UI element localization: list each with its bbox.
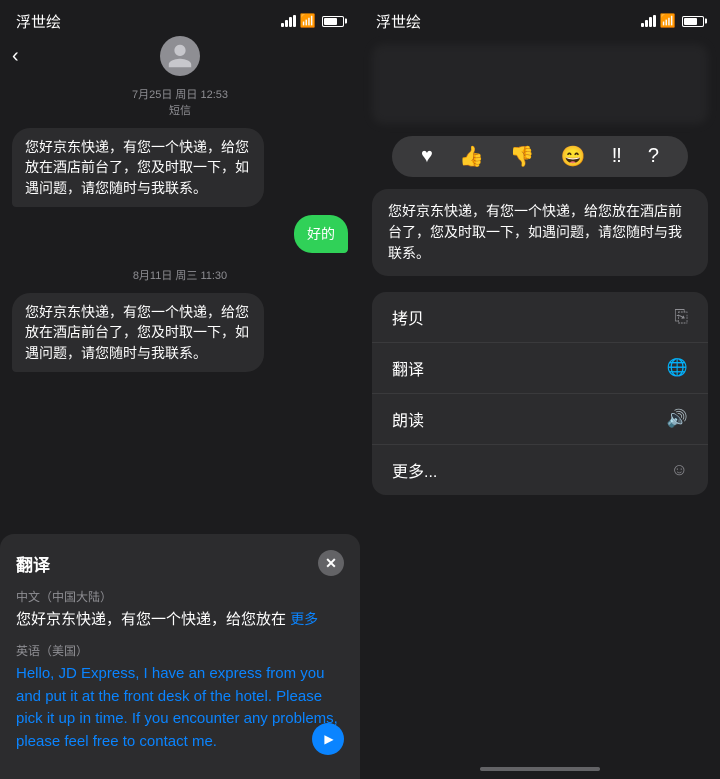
sms-label: 短信	[169, 105, 191, 117]
reaction-thumbdown[interactable]: 👎	[510, 144, 535, 169]
context-copy-icon: ⎘	[674, 307, 688, 327]
translated-text: Hello, JD Express, I have an express fro…	[16, 663, 344, 753]
context-menu-more[interactable]: 更多... ☺	[372, 445, 708, 495]
reaction-exclamation[interactable]: ‼	[612, 145, 622, 168]
right-context-area: ♥ 👍 👎 😄 ‼ ? 您好京东快递，有您一个快递，给您放在酒店前台了，您及时取…	[360, 36, 720, 759]
date-label-2: 8月11日 周三 11:30	[12, 267, 348, 283]
left-messages-area: 7月25日 周日 12:53 短信 您好京东快递，有您一个快递，给您放在酒店前台…	[0, 80, 360, 600]
right-phone-panel: 浮世绘 📶 ♥ 👍 👎 😄 ‼ ? 您好京东快递	[360, 0, 720, 779]
battery-icon	[322, 16, 344, 27]
context-more-icon: ☺	[671, 460, 688, 480]
right-home-indicator	[360, 759, 720, 779]
blurred-contact-area	[372, 44, 708, 124]
translation-panel: 翻译 ✕ 中文（中国大陆） 您好京东快递，有您一个快递，给您放在 更多 英语（美…	[0, 534, 360, 779]
message-bubble-1[interactable]: 您好京东快递，有您一个快递，给您放在酒店前台了，您及时取一下，如遇问题，请您随时…	[12, 128, 264, 207]
message-bubble-2[interactable]: 好的	[294, 215, 348, 253]
context-menu-read[interactable]: 朗读 🔊	[372, 394, 708, 445]
right-battery-icon	[682, 16, 704, 27]
right-status-bar: 浮世绘 📶	[360, 0, 720, 36]
right-signal-icon	[641, 15, 656, 27]
context-menu-translate-label: 翻译	[392, 356, 424, 380]
left-nav-bar: ‹	[0, 36, 360, 80]
translation-header: 翻译 ✕	[16, 550, 344, 576]
reaction-question[interactable]: ?	[648, 145, 659, 168]
left-app-title: 浮世绘	[16, 11, 61, 32]
date-label-1: 7月25日 周日 12:53 短信	[12, 86, 348, 118]
contact-avatar[interactable]	[160, 36, 200, 76]
left-status-icons: 📶	[281, 13, 344, 29]
source-lang-label: 中文（中国大陆）	[16, 588, 344, 605]
context-menu-translate[interactable]: 翻译 🌐	[372, 343, 708, 394]
translation-title: 翻译	[16, 551, 50, 576]
signal-icon	[281, 15, 296, 27]
context-menu-more-label: 更多...	[392, 458, 437, 482]
back-button[interactable]: ‹	[12, 45, 19, 68]
context-menu-copy[interactable]: 拷贝 ⎘	[372, 292, 708, 343]
target-lang-label: 英语（美国）	[16, 642, 344, 659]
context-message-bubble: 您好京东快递，有您一个快递，给您放在酒店前台了，您及时取一下，如遇问题，请您随时…	[372, 189, 708, 276]
message-bubble-3[interactable]: 您好京东快递，有您一个快递，给您放在酒店前台了，您及时取一下，如遇问题，请您随时…	[12, 293, 264, 372]
reaction-smile[interactable]: 😄	[561, 144, 586, 169]
reaction-heart[interactable]: ♥	[421, 145, 433, 168]
context-menu-read-label: 朗读	[392, 407, 424, 431]
right-status-icons: 📶	[641, 13, 704, 29]
wifi-icon: 📶	[300, 13, 316, 29]
right-home-bar	[480, 767, 600, 771]
reaction-thumbup[interactable]: 👍	[459, 144, 484, 169]
right-app-title: 浮世绘	[376, 11, 421, 32]
right-wifi-icon: 📶	[660, 13, 676, 29]
more-link[interactable]: 更多	[290, 611, 318, 627]
context-menu-copy-label: 拷贝	[392, 305, 424, 329]
reaction-bar: ♥ 👍 👎 😄 ‼ ?	[392, 136, 688, 177]
original-text: 您好京东快递，有您一个快递，给您放在 更多	[16, 609, 344, 630]
avatar-icon	[166, 42, 194, 70]
translation-close-button[interactable]: ✕	[318, 550, 344, 576]
context-read-icon: 🔊	[667, 409, 688, 429]
context-menu: 拷贝 ⎘ 翻译 🌐 朗读 🔊 更多... ☺	[372, 292, 708, 495]
context-translate-icon: 🌐	[667, 358, 688, 378]
left-status-bar: 浮世绘 📶	[0, 0, 360, 36]
left-phone-panel: 浮世绘 📶 ‹ 7月25日 周日 12:53 短信	[0, 0, 360, 779]
